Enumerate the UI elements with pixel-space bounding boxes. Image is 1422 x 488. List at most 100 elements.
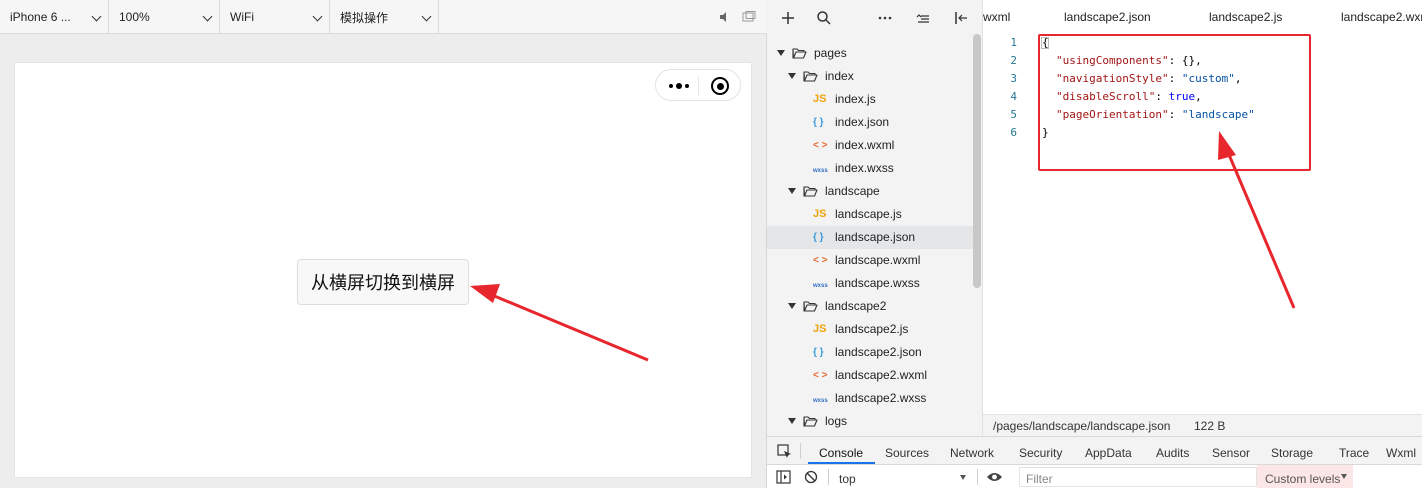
sidebar-toggle-icon[interactable] <box>776 470 791 484</box>
simulator-panel: iPhone 6 ... 100% WiFi 模拟操作 从横屏切换到横屏 <box>0 0 767 488</box>
caret-expanded-icon[interactable] <box>788 188 796 194</box>
menu-capsule[interactable] <box>655 69 741 101</box>
devtools-tab-sources[interactable]: Sources <box>885 446 929 460</box>
log-levels-select[interactable]: Custom levels <box>1257 465 1353 488</box>
js-file-icon: JS <box>813 323 827 335</box>
zoom-select-label: 100% <box>119 10 150 24</box>
devtools-tab-audits[interactable]: Audits <box>1156 446 1189 460</box>
clear-console-icon[interactable] <box>804 470 818 484</box>
more-icon[interactable] <box>877 10 893 26</box>
devtools-tab-trace[interactable]: Trace <box>1339 446 1369 460</box>
devtools-tab-network[interactable]: Network <box>950 446 994 460</box>
tree-file[interactable]: wxss index.wxss <box>767 157 975 180</box>
simulate-action-select[interactable]: 模拟操作 <box>330 0 439 34</box>
switch-orientation-button[interactable]: 从横屏切换到横屏 <box>297 259 469 305</box>
tree-file[interactable]: JS landscape2.js <box>767 318 975 341</box>
file-explorer: pages index JS index.js { } index.json < > inde… <box>767 0 983 436</box>
tree-folder[interactable]: pages <box>767 42 975 65</box>
inspect-element-icon[interactable] <box>777 444 792 459</box>
devtools-tab-console[interactable]: Console <box>819 446 863 460</box>
zoom-select[interactable]: 100% <box>109 0 220 34</box>
search-icon[interactable] <box>816 10 832 26</box>
editor-tab[interactable]: landscape2.json <box>1064 10 1151 24</box>
caret-expanded-icon[interactable] <box>788 303 796 309</box>
wxml-file-icon: < > <box>813 140 828 151</box>
tree-item-label: landscape2.wxss <box>835 391 927 405</box>
close-mini-program-icon[interactable] <box>711 77 729 95</box>
tree-item-label: logs <box>825 414 848 428</box>
tree-file[interactable]: wxss landscape.wxss <box>767 272 975 295</box>
tree-item-label: pages <box>814 46 847 60</box>
tree-file[interactable]: { } index.json <box>767 111 975 134</box>
tree-file[interactable]: JS landscape.js <box>767 203 975 226</box>
line-number: 4 <box>1010 90 1017 103</box>
simulate-action-label: 模拟操作 <box>340 10 389 25</box>
wxss-file-icon: wxss <box>813 283 828 289</box>
tree-file[interactable]: < > landscape.wxml <box>767 249 975 272</box>
line-number: 3 <box>1010 72 1017 85</box>
devtools-tabs: Console Sources Network Security AppData Audi… <box>767 437 1422 465</box>
speaker-icon[interactable] <box>717 11 731 23</box>
json-file-icon: { } <box>813 117 824 128</box>
tree-folder[interactable]: index <box>767 65 975 88</box>
explorer-scrollbar[interactable] <box>973 34 981 288</box>
tree-item-label: index.wxml <box>835 138 895 152</box>
status-file-path: /pages/landscape/landscape.json <box>993 419 1171 433</box>
console-filter-input[interactable]: Filter <box>1019 467 1257 487</box>
folder-open-icon <box>803 416 818 427</box>
capsule-divider <box>698 77 699 95</box>
active-tab-indicator <box>808 462 875 464</box>
line-number: 2 <box>1010 54 1017 67</box>
caret-down-icon[interactable] <box>960 475 966 480</box>
tree-item-label: landscape2.json <box>835 345 922 359</box>
eye-icon[interactable] <box>986 471 1003 483</box>
explorer-toolbar <box>767 0 982 36</box>
devtools-tab-appdata[interactable]: AppData <box>1085 446 1132 460</box>
tree-file[interactable]: JS index.js <box>767 88 975 111</box>
tree-file[interactable]: { } landscape2.json <box>767 341 975 364</box>
devtools-tab-sensor[interactable]: Sensor <box>1212 446 1250 460</box>
split-panel-icon[interactable] <box>953 10 969 26</box>
editor-tab[interactable]: landscape2.js <box>1209 10 1282 24</box>
tree-item-label: landscape.wxss <box>835 276 920 290</box>
line-number: 1 <box>1010 36 1017 49</box>
device-select-label: iPhone 6 ... <box>10 10 71 24</box>
tree-file[interactable]: < > index.wxml <box>767 134 975 157</box>
log-levels-label: Custom levels <box>1265 472 1341 486</box>
caret-expanded-icon[interactable] <box>788 73 796 79</box>
caret-expanded-icon[interactable] <box>777 50 785 56</box>
tree-item-label: landscape2.js <box>835 322 909 336</box>
tree-folder[interactable]: landscape2 <box>767 295 975 318</box>
tree-folder[interactable]: landscape <box>767 180 975 203</box>
editor-tab[interactable]: landscape2.wxml <box>1341 10 1422 24</box>
tree-file[interactable]: { } landscape.json <box>767 226 975 249</box>
context-select-label[interactable]: top <box>839 472 856 486</box>
tree-item-label: index.json <box>835 115 890 129</box>
caret-expanded-icon[interactable] <box>788 418 796 424</box>
line-number: 6 <box>1010 126 1017 139</box>
tree-file[interactable]: < > landscape2.wxml <box>767 364 975 387</box>
more-dots-icon[interactable] <box>668 80 690 92</box>
simulator-toolbar: iPhone 6 ... 100% WiFi 模拟操作 <box>0 0 767 34</box>
tree-item-label: index.js <box>835 92 876 106</box>
tree-item-label: index.wxss <box>835 161 894 175</box>
add-icon[interactable] <box>780 10 796 26</box>
devtools-tab-security[interactable]: Security <box>1019 446 1062 460</box>
device-select[interactable]: iPhone 6 ... <box>0 0 109 34</box>
js-file-icon: JS <box>813 208 827 220</box>
tree-item-label: index <box>825 69 854 83</box>
filter-placeholder: Filter <box>1026 472 1053 486</box>
collapse-all-icon[interactable] <box>915 10 931 26</box>
tree-item-label: landscape2.wxml <box>835 368 928 382</box>
tree-folder[interactable]: logs <box>767 410 975 433</box>
network-select-label: WiFi <box>230 10 254 24</box>
window-icon[interactable] <box>742 11 756 23</box>
editor-tab[interactable]: wxml <box>983 10 1010 24</box>
status-file-size: 122 B <box>1194 419 1226 433</box>
devtools-tab-storage[interactable]: Storage <box>1271 446 1313 460</box>
wxml-file-icon: < > <box>813 255 828 266</box>
devtools-tab-wxml[interactable]: Wxml <box>1386 446 1416 460</box>
tree-file[interactable]: wxss landscape2.wxss <box>767 387 975 410</box>
json-file-icon: { } <box>813 347 824 358</box>
network-select[interactable]: WiFi <box>220 0 330 34</box>
